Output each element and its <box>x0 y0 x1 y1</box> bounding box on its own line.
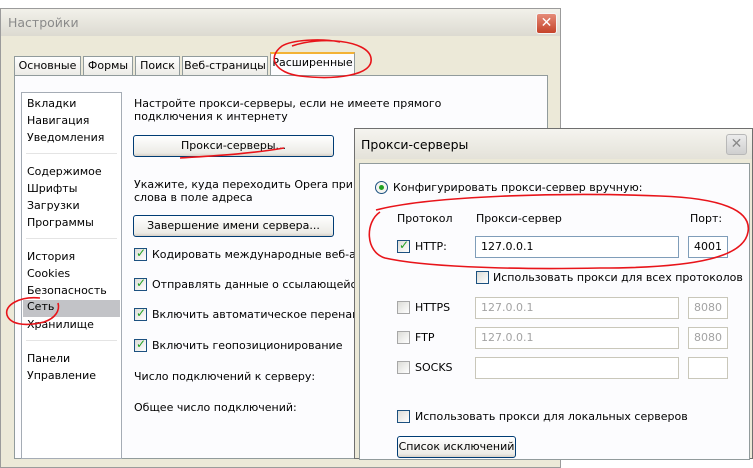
server-name-completion-button[interactable]: Завершение имени сервера... <box>133 215 334 237</box>
sidebar-item-storage[interactable]: Хранилище <box>27 318 94 331</box>
http-label: HTTP: <box>415 240 447 253</box>
settings-title: Настройки <box>8 15 79 30</box>
sidebar-item-navigation[interactable]: Навигация <box>27 114 89 127</box>
proxy-dialog-title: Прокси-серверы <box>361 137 469 152</box>
tab-advanced[interactable]: Расширенные <box>270 52 355 76</box>
sidebar-item-programs[interactable]: Программы <box>27 216 94 229</box>
auto-redirect-checkbox[interactable] <box>134 306 147 321</box>
proxy-dialog-close-button[interactable]: ✕ <box>726 134 747 155</box>
http-checkbox[interactable] <box>397 238 410 253</box>
proxy-servers-button[interactable]: Прокси-серверы... <box>133 135 334 157</box>
socks-proxy-input[interactable] <box>475 357 679 379</box>
completion-description-line1: Укажите, куда переходить Opera при вво <box>134 178 377 191</box>
manual-config-radio[interactable] <box>375 181 388 194</box>
http-proxy-input[interactable]: 127.0.0.1 <box>475 236 679 258</box>
geolocation-checkbox[interactable] <box>134 337 147 352</box>
encode-idn-checkbox[interactable] <box>134 246 147 261</box>
use-for-local-checkbox[interactable] <box>397 410 410 423</box>
sidebar-item-fonts[interactable]: Шрифты <box>27 182 77 195</box>
send-referrer-checkbox[interactable] <box>134 276 147 291</box>
proxy-description-line1: Настройте прокси-серверы, если не имеете… <box>134 97 442 110</box>
tab-basic[interactable]: Основные <box>14 56 81 75</box>
sidebar-item-network[interactable]: Сеть <box>23 300 120 317</box>
sidebar-divider <box>26 340 117 341</box>
sidebar-item-security[interactable]: Безопасность <box>27 284 107 297</box>
port-column-header: Порт: <box>690 212 723 225</box>
socks-label: SOCKS <box>415 361 453 374</box>
sidebar-item-cookies[interactable]: Cookies <box>27 267 70 280</box>
auto-redirect-label: Включить автоматическое перенаправ <box>152 308 380 321</box>
sidebar-item-tabs[interactable]: Вкладки <box>27 97 76 110</box>
encode-idn-label: Кодировать международные веб-адре <box>152 248 378 261</box>
proxy-column-header: Прокси-сервер <box>476 212 562 225</box>
total-connections-label: Общее число подключений: <box>134 401 297 414</box>
sidebar-item-notifications[interactable]: Уведомления <box>27 131 104 144</box>
use-for-all-checkbox[interactable] <box>476 271 489 284</box>
sidebar-divider <box>26 238 117 239</box>
manual-config-label: Конфигурировать прокси-сервер вручную: <box>393 181 643 194</box>
geolocation-label: Включить геопозиционирование <box>152 339 343 352</box>
settings-titlebar: Настройки ✕ <box>1 9 560 36</box>
completion-description-line2: слова в поле адреса <box>134 191 253 204</box>
sidebar-item-downloads[interactable]: Загрузки <box>27 199 80 212</box>
close-icon: ✕ <box>730 136 743 152</box>
socks-port-input[interactable] <box>688 357 728 379</box>
sidebar-item-management[interactable]: Управление <box>27 369 96 382</box>
sidebar-divider <box>26 153 117 154</box>
tab-search[interactable]: Поиск <box>135 56 180 75</box>
ftp-proxy-input[interactable]: 127.0.0.1 <box>475 327 679 349</box>
use-for-local-label: Использовать прокси для локальных сервер… <box>415 410 688 423</box>
tab-webpages[interactable]: Веб-страницы <box>182 56 268 75</box>
https-port-input[interactable]: 8080 <box>688 297 728 319</box>
tab-forms[interactable]: Формы <box>83 56 133 75</box>
ftp-port-input[interactable]: 8080 <box>688 327 728 349</box>
connections-per-server-label: Число подключений к серверу: <box>134 370 316 383</box>
proxy-dialog-titlebar: Прокси-серверы ✕ <box>355 129 752 159</box>
http-port-input[interactable]: 4001 <box>688 236 728 258</box>
sidebar-item-history[interactable]: История <box>27 250 75 263</box>
ftp-checkbox[interactable] <box>397 331 410 344</box>
https-label: HTTPS <box>415 301 451 314</box>
close-icon: ✕ <box>540 15 553 31</box>
send-referrer-label: Отправлять данные о ссылающейся ст <box>152 278 380 291</box>
use-for-all-label: Использовать прокси для всех протоколов <box>493 271 743 284</box>
advanced-sidebar: Вкладки Навигация Уведомления Содержимое… <box>21 92 122 459</box>
sidebar-item-content[interactable]: Содержимое <box>27 165 102 178</box>
protocol-column-header: Протокол <box>397 212 453 225</box>
socks-checkbox[interactable] <box>397 361 410 374</box>
https-proxy-input[interactable]: 127.0.0.1 <box>475 297 679 319</box>
settings-close-button[interactable]: ✕ <box>536 13 557 34</box>
ftp-label: FTP <box>415 331 435 344</box>
https-checkbox[interactable] <box>397 301 410 314</box>
proxy-description-line2: подключения к интернету <box>134 110 288 123</box>
exceptions-list-button[interactable]: Список исключений <box>397 436 516 458</box>
sidebar-item-toolbars[interactable]: Панели <box>27 352 70 365</box>
